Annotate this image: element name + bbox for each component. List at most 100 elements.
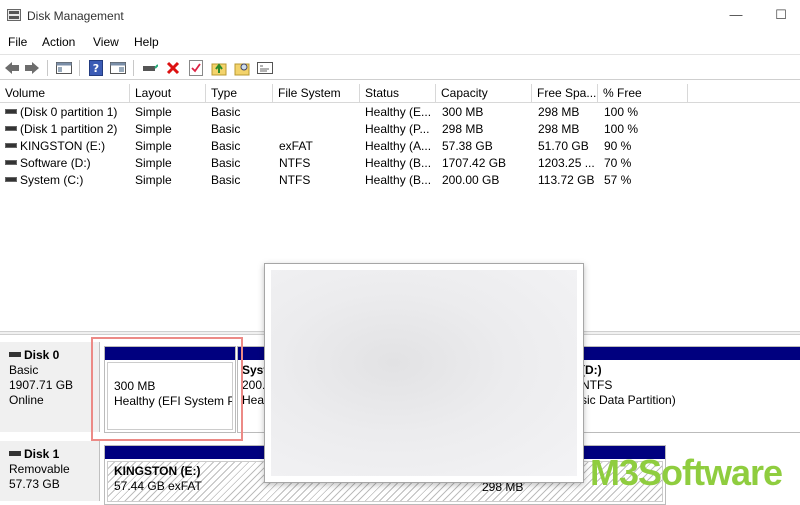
search-folder-icon[interactable] (233, 59, 251, 77)
free-space-cell: 51.70 GB (538, 139, 589, 153)
menu-action[interactable]: Action (42, 35, 75, 49)
free-space-cell: 1203.25 ... (538, 156, 595, 170)
volume-cell: (Disk 1 partition 2) (5, 121, 129, 138)
free-space-cell: 298 MB (538, 122, 580, 136)
capacity-cell: 57.38 GB (442, 139, 493, 153)
blurred-popup-window (264, 263, 584, 483)
column-header-file-system[interactable]: File System (273, 84, 360, 103)
volume-icon (5, 177, 17, 183)
volume-name: (Disk 0 partition 1) (20, 105, 118, 119)
layout-cell: Simple (135, 139, 172, 153)
partition-status: Healthy (EFI System P (114, 394, 233, 408)
delete-icon[interactable] (164, 59, 182, 77)
column-header-type[interactable]: Type (206, 84, 273, 103)
volume-row[interactable]: System (C:) Simple Basic NTFS Healthy (B… (0, 172, 800, 189)
disk-0-title: Disk 0 (9, 348, 99, 363)
toolbar-separator (79, 60, 80, 76)
volume-row[interactable]: Software (D:) Simple Basic NTFS Healthy … (0, 155, 800, 172)
disk-status: Online (9, 393, 44, 407)
percent-free-cell: 70 % (604, 156, 632, 170)
volume-row[interactable]: KINGSTON (E:) Simple Basic exFAT Healthy… (0, 138, 800, 155)
properties-icon[interactable] (109, 59, 127, 77)
volume-name: KINGSTON (E:) (20, 139, 106, 153)
capacity-cell: 200.00 GB (442, 173, 500, 187)
blurred-content (271, 270, 577, 476)
type-cell: Basic (211, 156, 241, 170)
partition-bar (105, 347, 235, 360)
type-cell: Basic (211, 122, 241, 136)
disk-0-label[interactable]: Disk 0 Basic 1907.71 GB Online (0, 342, 100, 432)
toolbar-separator (47, 60, 48, 76)
partition-efi[interactable]: 300 MB Healthy (EFI System P (104, 346, 236, 433)
volume-name: Software (D:) (20, 156, 91, 170)
show-hide-console-tree-icon[interactable] (55, 59, 73, 77)
layout-cell: Simple (135, 105, 172, 119)
title-bar: Disk Management — ☐ (0, 0, 800, 31)
partition-software[interactable]: (D:) NTFS sic Data Partition) (560, 346, 800, 433)
type-cell: Basic (211, 139, 241, 153)
column-header-layout[interactable]: Layout (130, 84, 206, 103)
disk-1-label[interactable]: Disk 1 Removable 57.73 GB (0, 441, 100, 501)
volume-cell: (Disk 0 partition 1) (5, 104, 129, 121)
window-title: Disk Management (27, 9, 124, 23)
partition-body: 300 MB Healthy (EFI System P (107, 362, 233, 430)
svg-text:?: ? (93, 62, 99, 75)
column-header-capacity[interactable]: Capacity (436, 84, 532, 103)
maximize-button[interactable]: ☐ (767, 5, 795, 25)
volume-cell: KINGSTON (E:) (5, 138, 129, 155)
volume-cell: System (C:) (5, 172, 129, 189)
status-cell: Healthy (B... (365, 173, 432, 187)
capacity-cell: 300 MB (442, 105, 484, 119)
disk-icon (9, 352, 21, 358)
watermark-m3: M3 (590, 452, 639, 493)
status-cell: Healthy (E... (365, 105, 432, 119)
toolbar-separator (133, 60, 134, 76)
percent-free-cell: 90 % (604, 139, 632, 153)
partition-name: (D:) (581, 363, 602, 377)
volume-list-header: Volume Layout Type File System Status Ca… (0, 84, 800, 103)
percent-free-cell: 100 % (604, 105, 639, 119)
layout-cell: Simple (135, 156, 172, 170)
console-window-icon[interactable] (256, 59, 274, 77)
help-icon[interactable]: ? (87, 59, 105, 77)
fs-cell: exFAT (279, 139, 313, 153)
volume-icon (5, 109, 17, 115)
disk-name: Disk 1 (24, 447, 60, 461)
menu-help[interactable]: Help (134, 35, 159, 49)
disk-icon (9, 451, 21, 457)
menu-bar: File Action View Help (0, 31, 800, 53)
column-header-percent-free[interactable]: % Free (598, 84, 688, 103)
layout-cell: Simple (135, 173, 172, 187)
menu-file[interactable]: File (8, 35, 27, 49)
fs-cell: NTFS (279, 173, 311, 187)
partition-status: sic Data Partition) (581, 393, 676, 407)
column-header-free-space[interactable]: Free Spa... (532, 84, 598, 103)
partition-body: (D:) NTFS sic Data Partition) (563, 362, 798, 430)
disk-1-title: Disk 1 (9, 447, 99, 462)
free-space-cell: 113.72 GB (538, 173, 595, 187)
status-cell: Healthy (A... (365, 139, 432, 153)
disk-type: Basic (9, 363, 39, 377)
free-space-cell: 298 MB (538, 105, 580, 119)
fs-cell: NTFS (279, 156, 311, 170)
minimize-button[interactable]: — (722, 5, 750, 25)
partition-fs: NTFS (581, 378, 613, 392)
status-cell: Healthy (B... (365, 156, 432, 170)
volume-icon (5, 143, 17, 149)
volume-row[interactable]: (Disk 1 partition 2) Simple Basic Health… (0, 121, 800, 138)
forward-arrow-icon[interactable] (23, 59, 41, 77)
watermark-software: Software (638, 452, 783, 493)
percent-free-cell: 100 % (604, 122, 639, 136)
connect-drive-icon[interactable] (141, 59, 159, 77)
capacity-cell: 298 MB (442, 122, 484, 136)
disk-size: 57.73 GB (9, 477, 60, 491)
check-icon[interactable] (187, 59, 205, 77)
back-arrow-icon[interactable] (3, 59, 21, 77)
menu-view[interactable]: View (93, 35, 119, 49)
disk-management-app-icon (7, 9, 21, 21)
upload-folder-icon[interactable] (210, 59, 228, 77)
column-header-volume[interactable]: Volume (0, 84, 130, 103)
volume-row[interactable]: (Disk 0 partition 1) Simple Basic Health… (0, 104, 800, 121)
disk-type: Removable (9, 462, 70, 476)
column-header-status[interactable]: Status (360, 84, 436, 103)
